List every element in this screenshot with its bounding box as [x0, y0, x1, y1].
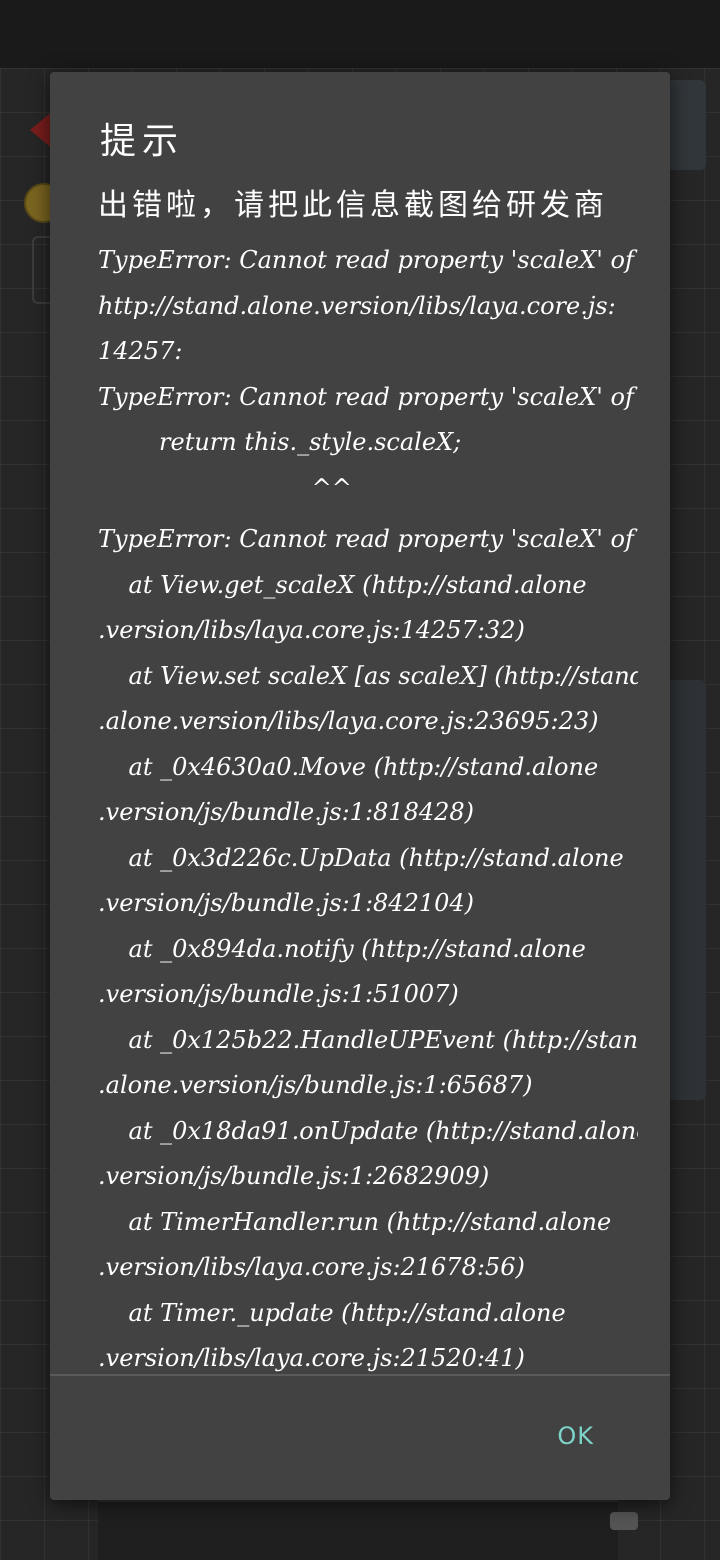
dialog-message[interactable]: 出错啦，请把此信息截图给研发商 TypeError: Cannot read p… [98, 184, 638, 1374]
error-message-line: at View.get_scaleX (http://stand.alone [98, 570, 587, 599]
error-message-line: .version/js/bundle.js:1:818428) [98, 798, 475, 826]
error-message-line: .version/libs/laya.core.js:14257:32) [98, 616, 525, 644]
key-icon [610, 1512, 638, 1530]
error-message-line: TypeError: Cannot read property 'scaleX'… [98, 525, 638, 553]
error-dialog: 提示 出错啦，请把此信息截图给研发商 TypeError: Cannot rea… [50, 72, 670, 1500]
background-panel [666, 680, 706, 1100]
error-message-line: 14257: [98, 337, 183, 365]
error-message-line: TypeError: Cannot read property 'scaleX'… [98, 382, 638, 411]
background-panel [666, 80, 706, 170]
error-message-line: at _0x894da.notify (http://stand.alone [98, 934, 586, 963]
error-message-line: .version/libs/laya.core.js:21520:41) [98, 1344, 525, 1372]
error-message-line: at _0x18da91.onUpdate (http://stand.alon… [98, 1116, 638, 1145]
error-message-line: .version/js/bundle.js:1:842104) [98, 889, 475, 917]
error-message-line: return this._style.scaleX; [98, 428, 462, 456]
error-message-line: TypeError: Cannot read property 'scaleX'… [98, 246, 638, 274]
screen: 提示 出错啦，请把此信息截图给研发商 TypeError: Cannot rea… [0, 0, 720, 1560]
error-message-line: .version/libs/laya.core.js:21678:56) [98, 1253, 525, 1281]
dialog-divider [50, 1374, 670, 1376]
error-message-line: .alone.version/libs/laya.core.js:23695:2… [98, 707, 599, 735]
error-message-line: at _0x125b22.HandleUPEvent (http://stand [98, 1025, 638, 1054]
ok-button[interactable]: OK [555, 1418, 596, 1454]
dialog-title: 提示 [100, 121, 185, 162]
background-bottom-bar [98, 1500, 618, 1560]
error-message-line: at _0x4630a0.Move (http://stand.alone [98, 752, 599, 781]
status-bar [0, 0, 720, 68]
error-message-line: at Timer._update (http://stand.alone [98, 1298, 566, 1327]
error-message-line: .version/js/bundle.js:1:2682909) [98, 1162, 490, 1190]
error-message-line: .alone.version/js/bundle.js:1:65687) [98, 1071, 533, 1099]
error-stack-trace: TypeError: Cannot read property 'scaleX'… [98, 238, 638, 1374]
error-message-line: at _0x3d226c.UpData (http://stand.alone [98, 843, 624, 872]
error-message-line: at View.set scaleX [as scaleX] (http://s… [98, 661, 638, 690]
dialog-intro-text: 出错啦，请把此信息截图给研发商 [98, 188, 608, 223]
error-message-line: .version/js/bundle.js:1:51007) [98, 980, 459, 1008]
error-message-line: http://stand.alone.version/libs/laya.cor… [98, 291, 616, 320]
error-message-line: ^^ [98, 473, 352, 502]
error-message-line: at TimerHandler.run (http://stand.alone [98, 1207, 612, 1236]
